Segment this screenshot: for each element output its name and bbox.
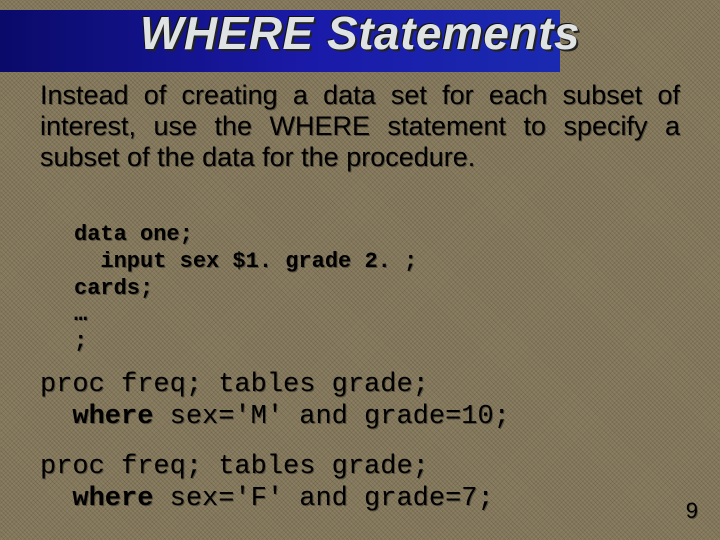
keyword-where: where [72,484,153,514]
code-line: … [74,302,87,327]
code-line: proc freq; tables grade; [40,370,429,400]
code-block-proc-2: proc freq; tables grade; where sex='F' a… [40,452,494,516]
slide-title: WHERE Statements [0,6,720,60]
code-indent [40,484,72,514]
keyword-where: where [72,402,153,432]
slide: WHERE Statements Instead of creating a d… [0,0,720,540]
code-text: sex='F' and grade=7; [153,484,493,514]
code-line: proc freq; tables grade; [40,452,429,482]
code-block-data-step: data one; input sex $1. grade 2. ; cards… [74,222,417,356]
code-line: ; [74,329,87,354]
code-text: sex='M' and grade=10; [153,402,509,432]
code-line: data one; [74,222,193,247]
code-line: cards; [74,276,153,301]
page-number: 9 [686,498,698,524]
code-block-proc-1: proc freq; tables grade; where sex='M' a… [40,370,510,434]
code-line: input sex $1. grade 2. ; [74,249,417,274]
body-paragraph: Instead of creating a data set for each … [40,80,680,173]
code-indent [40,402,72,432]
